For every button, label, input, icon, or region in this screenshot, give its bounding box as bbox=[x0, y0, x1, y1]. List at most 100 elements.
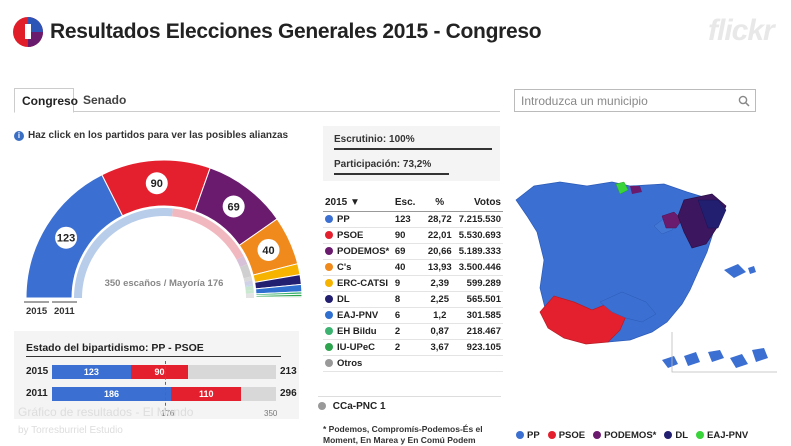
party-color-icon bbox=[325, 327, 333, 335]
results-table: 2015 ▼ Esc. % Votos PP 123 28,72 7.215.530 P… bbox=[323, 194, 503, 372]
party-color-icon bbox=[325, 311, 333, 319]
party-name: C's bbox=[337, 262, 352, 273]
tab-bar: Congreso Senado bbox=[14, 88, 500, 113]
party-seats: 9 bbox=[392, 275, 423, 292]
party-color-icon bbox=[325, 343, 333, 351]
majority-line bbox=[164, 361, 166, 411]
bip-bar-pp: 186 bbox=[52, 387, 172, 401]
party-row[interactable]: EAJ-PNV 6 1,2 301.585 bbox=[323, 307, 503, 324]
legend-color-icon bbox=[593, 431, 602, 439]
party-seats: 6 bbox=[392, 307, 423, 324]
party-votes: 923.105 bbox=[456, 339, 503, 356]
legend-item: PP bbox=[516, 430, 540, 441]
bip-year: 2011 bbox=[26, 388, 48, 399]
legend-item: PSOE bbox=[547, 430, 585, 441]
party-color-icon bbox=[325, 279, 333, 287]
col-votes: Votos bbox=[456, 194, 503, 212]
participation-bar bbox=[334, 173, 449, 175]
legend-item: PODEMOS* bbox=[593, 430, 656, 441]
party-pct: 3,67 bbox=[422, 339, 457, 356]
hemicycle-center-label: 350 escaños / Mayoría 176 bbox=[105, 278, 224, 289]
party-pct: 2,25 bbox=[422, 291, 457, 308]
party-color-icon bbox=[325, 359, 333, 367]
search-icon[interactable] bbox=[738, 95, 750, 107]
seat-count-label: 69 bbox=[228, 202, 240, 214]
party-row[interactable]: PODEMOS* 69 20,66 5.189.333 bbox=[323, 243, 503, 260]
party-pct bbox=[422, 355, 457, 372]
party-votes: 565.501 bbox=[456, 291, 503, 308]
other-parties: CCa-PNC 1 bbox=[318, 396, 501, 416]
party-votes: 7.215.530 bbox=[456, 211, 503, 228]
party-seats: 90 bbox=[392, 227, 423, 244]
tab-senado[interactable]: Senado bbox=[76, 88, 136, 113]
party-pct: 13,93 bbox=[422, 259, 457, 276]
col-seats: Esc. bbox=[392, 194, 423, 212]
party-name: IU-UPeC bbox=[337, 342, 376, 353]
legend-color-icon bbox=[547, 431, 556, 439]
party-row[interactable]: Otros bbox=[323, 355, 503, 372]
map-region-canarias[interactable] bbox=[662, 348, 768, 368]
seat-count-label: 123 bbox=[57, 233, 75, 245]
party-seats: 40 bbox=[392, 259, 423, 276]
hemicycle-chart: 123 90 69 40 350 escaños / Mayoría 176 2015… bbox=[24, 159, 303, 317]
axis-max-label: 350 bbox=[264, 409, 278, 418]
bip-bar-pp: 123 bbox=[52, 365, 131, 379]
party-row[interactable]: PP 123 28,72 7.215.530 bbox=[323, 211, 503, 228]
map-region-baleares[interactable] bbox=[724, 264, 756, 278]
year-label-2015: 2015 bbox=[26, 306, 48, 317]
party-color-icon bbox=[325, 247, 333, 255]
scrutiny-panel: Escrutinio: 100% Participación: 73,2% bbox=[323, 126, 500, 181]
party-row[interactable]: PSOE 90 22,01 5.530.693 bbox=[323, 227, 503, 244]
page-title: Resultados Elecciones Generales 2015 - C… bbox=[50, 20, 542, 43]
party-color-icon bbox=[325, 231, 333, 239]
watermark-credit: Gráfico de resultados - El Mundo bbox=[18, 405, 194, 419]
party-votes: 5.189.333 bbox=[456, 243, 503, 260]
footnote: * Podemos, Compromís-Podemos-És el Momen… bbox=[323, 424, 483, 445]
flickr-watermark: flickr bbox=[708, 14, 775, 47]
spain-map[interactable] bbox=[512, 172, 782, 417]
bip-total: 213 bbox=[280, 366, 297, 377]
party-name: PP bbox=[337, 214, 350, 225]
scrutiny-bar bbox=[334, 148, 492, 150]
party-pct: 20,66 bbox=[422, 243, 457, 260]
party-name: PSOE bbox=[337, 230, 364, 241]
bip-year: 2015 bbox=[26, 366, 49, 377]
info-icon: i bbox=[14, 130, 24, 141]
year-selector[interactable]: 2015 ▼ bbox=[323, 194, 393, 212]
party-row[interactable]: IU-UPeC 2 3,67 923.105 bbox=[323, 339, 503, 356]
search-placeholder: Introduzca un municipio bbox=[521, 94, 648, 108]
party-row[interactable]: ERC-CATSI 9 2,39 599.289 bbox=[323, 275, 503, 292]
scrutiny-value: Escrutinio: 100% bbox=[334, 134, 415, 145]
party-seats bbox=[392, 355, 423, 372]
participation-value: Participación: 73,2% bbox=[334, 159, 432, 170]
legend-item: EAJ-PNV bbox=[696, 430, 748, 441]
party-color-icon bbox=[325, 215, 333, 223]
party-votes bbox=[456, 355, 503, 372]
party-color-icon bbox=[325, 263, 333, 271]
party-votes: 3.500.446 bbox=[456, 259, 503, 276]
municipality-search-input[interactable]: Introduzca un municipio bbox=[514, 89, 756, 112]
party-pct: 0,87 bbox=[422, 323, 457, 340]
legend-item: DL bbox=[664, 430, 688, 441]
party-name: Otros bbox=[337, 358, 363, 369]
tab-congreso[interactable]: Congreso bbox=[14, 88, 78, 113]
logo-icon bbox=[13, 17, 43, 47]
party-name: ERC-CATSI bbox=[337, 278, 389, 289]
party-pct: 22,01 bbox=[422, 227, 457, 244]
party-color-icon bbox=[325, 295, 333, 303]
col-pct: % bbox=[422, 194, 457, 212]
party-row[interactable]: EH Bildu 2 0,87 218.467 bbox=[323, 323, 503, 340]
year-label-2011: 2011 bbox=[54, 306, 75, 317]
party-row[interactable]: DL 8 2,25 565.501 bbox=[323, 291, 503, 308]
party-seats: 8 bbox=[392, 291, 423, 308]
party-seats: 123 bbox=[392, 211, 423, 228]
other-dot-icon bbox=[318, 402, 326, 410]
party-name: PODEMOS* bbox=[337, 246, 390, 257]
party-row[interactable]: C's 40 13,93 3.500.446 bbox=[323, 259, 503, 276]
bip-bar-psoe: 90 bbox=[130, 365, 189, 379]
hemicycle-seg-otros[interactable] bbox=[255, 296, 303, 299]
party-pct: 28,72 bbox=[422, 211, 457, 228]
seat-count-label: 90 bbox=[151, 178, 163, 190]
watermark-author: by Torresburriel Estudio bbox=[18, 425, 123, 436]
bip-bar-psoe: 110 bbox=[171, 387, 242, 401]
